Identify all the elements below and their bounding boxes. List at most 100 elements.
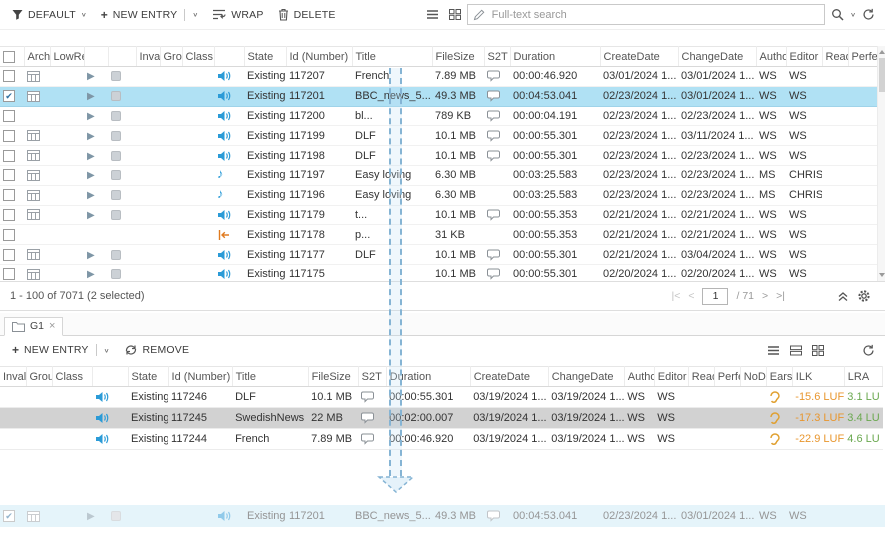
preview-thumbnail[interactable] (111, 210, 121, 220)
row-checkbox[interactable]: ✔ (3, 90, 15, 102)
table-row[interactable]: Existing117244French7.89 MB00:00:46.9200… (0, 429, 883, 450)
col-header-ears[interactable]: Ears (766, 367, 792, 387)
table-row[interactable]: ▶Existing117198DLF10.1 MB00:00:55.30102/… (0, 146, 877, 166)
play-icon[interactable]: ▶ (87, 190, 95, 201)
preview-thumbnail[interactable] (111, 91, 121, 101)
col-header-archi[interactable]: Archi (24, 47, 50, 67)
scrollbar-thumb[interactable] (879, 58, 885, 92)
table-row[interactable]: ▶Existing117199DLF10.1 MB00:00:55.30102/… (0, 126, 877, 146)
tab-g1[interactable]: G1 × (4, 317, 63, 336)
wrap-button[interactable]: WRAP (206, 6, 269, 24)
select-all-checkbox[interactable] (3, 51, 15, 63)
preview-thumbnail[interactable] (111, 71, 121, 81)
col-header-inval[interactable]: Inval (0, 367, 26, 387)
preview-thumbnail[interactable] (111, 131, 121, 141)
col-header-stop[interactable] (108, 47, 136, 67)
preview-thumbnail[interactable] (111, 511, 121, 521)
col-header-class[interactable]: Class (52, 367, 92, 387)
col-header-duration[interactable]: Duration (386, 367, 470, 387)
col-header-grou[interactable]: Grou (160, 47, 182, 67)
col-header-changed[interactable]: ChangeDate (548, 367, 624, 387)
table-row[interactable]: Existing117246DLF10.1 MB00:00:55.30103/1… (0, 387, 883, 408)
col-header-title[interactable]: Title (352, 47, 432, 67)
first-page-button[interactable]: |< (671, 290, 680, 302)
rows-view-icon[interactable] (786, 343, 806, 358)
col-header-perfe[interactable]: Perfe (714, 367, 740, 387)
row-checkbox[interactable]: ✔ (3, 510, 15, 522)
col-header-nodi[interactable]: NoDi (740, 367, 766, 387)
col-header-title[interactable]: Title (232, 367, 308, 387)
col-header-grou[interactable]: Grou (26, 367, 52, 387)
col-header-author[interactable]: Author (756, 47, 786, 67)
play-icon[interactable]: ▶ (87, 511, 95, 522)
list-view-icon[interactable] (763, 343, 784, 358)
col-header-created[interactable]: CreateDate (470, 367, 548, 387)
row-checkbox[interactable] (3, 110, 15, 122)
col-header-inval[interactable]: Inval (136, 47, 160, 67)
col-header-created[interactable]: CreateDate (600, 47, 678, 67)
play-icon[interactable]: ▶ (87, 111, 95, 122)
col-header-play[interactable] (84, 47, 108, 67)
delete-button[interactable]: DELETE (272, 5, 342, 24)
col-header-size[interactable]: FileSize (308, 367, 358, 387)
col-header-id[interactable]: Id (Number) (286, 47, 352, 67)
col-header-s2t[interactable]: S2T (484, 47, 510, 67)
preview-thumbnail[interactable] (111, 111, 121, 121)
col-header-s2t[interactable]: S2T (358, 367, 386, 387)
col-header-ilk[interactable]: ILK (792, 367, 844, 387)
table-row[interactable]: ▶Existing117200bl...789 KB00:00:04.19102… (0, 106, 877, 126)
col-header-media[interactable] (92, 367, 128, 387)
search-input[interactable] (490, 8, 820, 22)
col-header-class[interactable]: Class (182, 47, 214, 67)
vertical-scrollbar[interactable] (877, 46, 885, 281)
play-icon[interactable]: ▶ (87, 131, 95, 142)
col-header-lowres[interactable]: LowRes (50, 47, 84, 67)
collapse-panel-icon[interactable] (833, 289, 853, 304)
col-header-media[interactable] (214, 47, 244, 67)
preview-thumbnail[interactable] (111, 269, 121, 279)
new-entry-button[interactable]: + NEW ENTRY ∨ (95, 5, 205, 25)
col-header-perfe[interactable]: Perfe (848, 47, 877, 67)
search-icon[interactable] (827, 6, 848, 23)
refresh-icon[interactable] (858, 6, 879, 23)
preview-thumbnail[interactable] (111, 190, 121, 200)
next-page-button[interactable]: > (762, 290, 768, 302)
col-header-sel[interactable] (0, 47, 24, 67)
grid-view-icon[interactable] (445, 7, 465, 22)
col-header-author[interactable]: Author (624, 367, 654, 387)
table-row[interactable]: ✔▶Existing117201BBC_news_5...49.3 MB00:0… (0, 505, 878, 527)
row-checkbox[interactable] (3, 169, 15, 181)
table-row[interactable]: ▶Existing117179t...10.1 MB00:00:55.35302… (0, 205, 877, 225)
row-checkbox[interactable] (3, 189, 15, 201)
row-checkbox[interactable] (3, 268, 15, 280)
table-row[interactable]: ▶Existing11717510.1 MB00:00:55.30102/20/… (0, 264, 877, 281)
preview-thumbnail[interactable] (111, 170, 121, 180)
table-row[interactable]: Existing117178p...31 KB00:00:55.35302/21… (0, 225, 877, 245)
play-icon[interactable]: ▶ (87, 71, 95, 82)
grid-view-icon[interactable] (808, 343, 828, 358)
play-icon[interactable]: ▶ (87, 91, 95, 102)
col-header-editor[interactable]: Editor (654, 367, 688, 387)
preview-thumbnail[interactable] (111, 151, 121, 161)
table-row[interactable]: ▶Existing117177DLF10.1 MB00:00:55.30102/… (0, 245, 877, 265)
scroll-up-icon[interactable] (879, 50, 885, 54)
table-row[interactable]: ▶Existing117207French7.89 MB00:00:46.920… (0, 67, 877, 87)
table-row[interactable]: ▶♪Existing117196Easy loving6.30 MB00:03:… (0, 185, 877, 205)
close-tab-icon[interactable]: × (49, 320, 55, 332)
play-icon[interactable]: ▶ (87, 250, 95, 261)
scroll-down-icon[interactable] (879, 273, 885, 277)
row-checkbox[interactable] (3, 249, 15, 261)
row-checkbox[interactable] (3, 229, 15, 241)
preview-thumbnail[interactable] (111, 250, 121, 260)
row-checkbox[interactable] (3, 70, 15, 82)
col-header-size[interactable]: FileSize (432, 47, 484, 67)
col-header-duration[interactable]: Duration (510, 47, 600, 67)
filter-default-button[interactable]: DEFAULT ∨ (6, 6, 93, 24)
last-page-button[interactable]: >| (776, 290, 785, 302)
new-entry-button[interactable]: + NEW ENTRY ∨ (6, 340, 116, 360)
list-view-icon[interactable] (422, 7, 443, 22)
row-checkbox[interactable] (3, 150, 15, 162)
col-header-read[interactable]: Read (822, 47, 848, 67)
play-icon[interactable]: ▶ (87, 210, 95, 221)
prev-page-button[interactable]: < (688, 290, 694, 302)
